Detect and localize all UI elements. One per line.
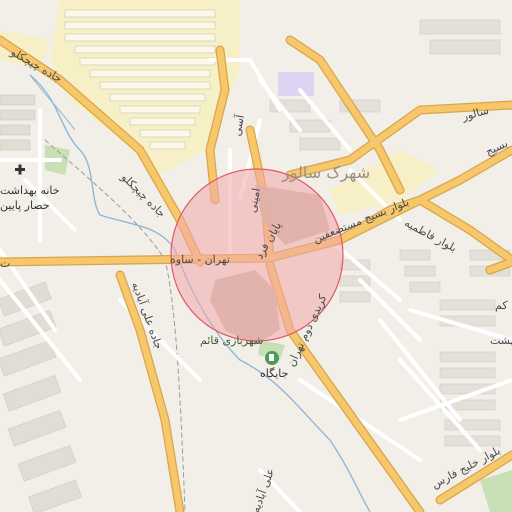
label-salvor-town: شهرک سالور: [282, 163, 371, 182]
health-cross-icon: [15, 164, 25, 175]
label-jaygah: جایگاه: [260, 367, 289, 380]
label-tehran-saveh-left: ت: [0, 257, 11, 270]
label-asi: آسی: [230, 113, 247, 138]
label-hesar-paein: حصار پایین: [0, 199, 50, 212]
label-tehran-saveh: تهران - ساوه: [170, 253, 230, 266]
label-behesht: بهشت: [490, 334, 512, 347]
label-khane-behdasht: خانه بهداشت: [0, 184, 60, 197]
map-canvas[interactable]: شهرک سالور سالور بلوار بسیج مستضعفین تهر…: [0, 0, 512, 512]
purple-area: [278, 72, 314, 96]
fuel-pump-icon: [265, 351, 279, 365]
label-shahrbazi-ghaem: شهربازی قائم: [200, 334, 264, 347]
label-road-bottom-mid: کم: [495, 299, 508, 312]
